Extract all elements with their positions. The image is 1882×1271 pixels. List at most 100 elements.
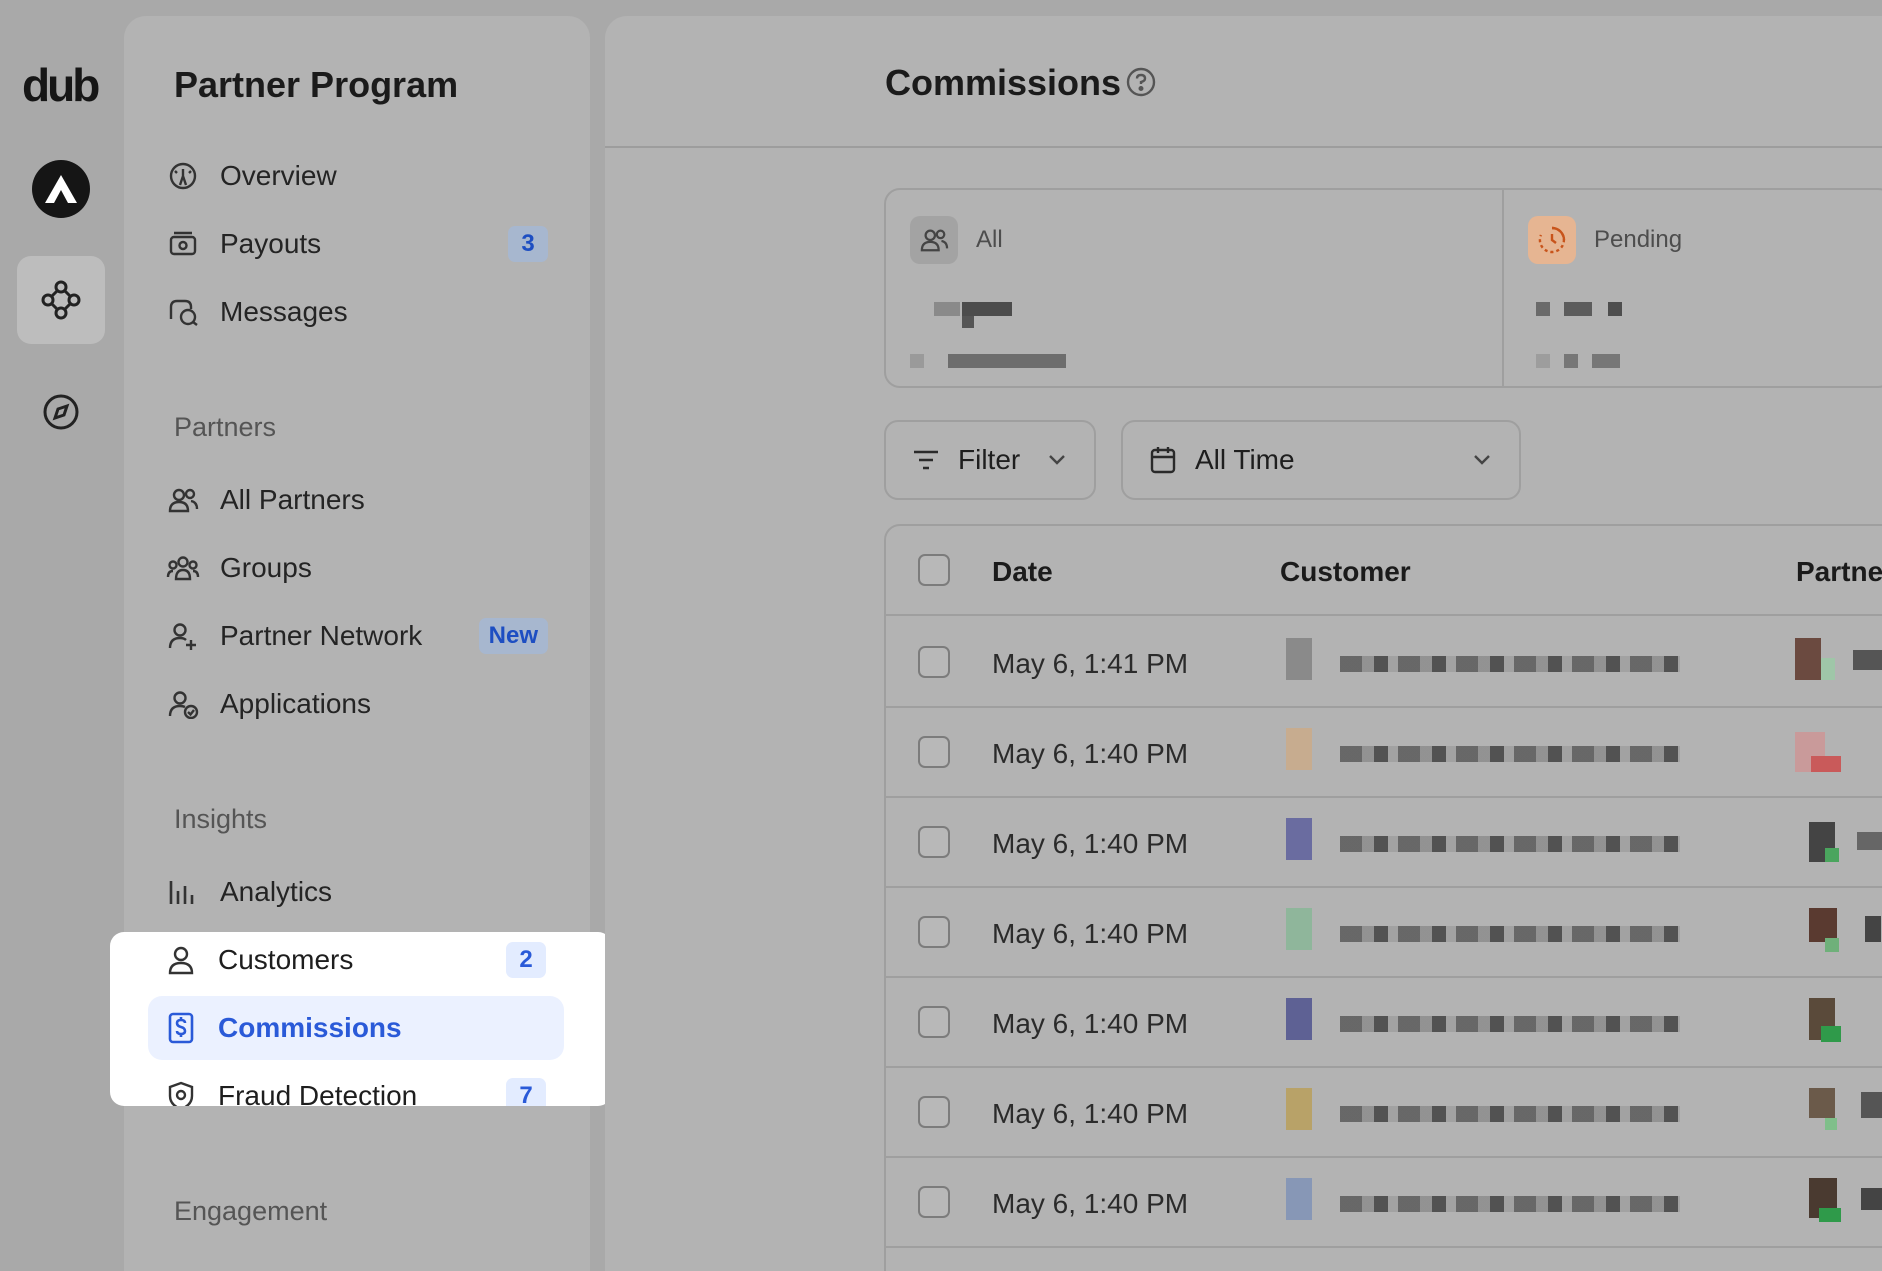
partner-cell-redacted [1795,1088,1882,1136]
row-checkbox[interactable] [918,826,950,858]
partner-cell-redacted [1795,728,1882,776]
row-checkbox[interactable] [918,1186,950,1218]
sidebar-item-label: Partner Network [220,620,423,651]
section-label-engagement: Engagement [174,1196,328,1226]
sidebar-item-label: All Partners [220,484,365,515]
users-icon [166,483,200,517]
workspace-logo-icon [45,175,77,203]
filter-lines-icon [912,448,940,472]
row-checkbox[interactable] [918,736,950,768]
bar-chart-icon [166,875,200,909]
partner-cell-redacted [1795,638,1882,686]
users-icon [910,216,958,264]
rail-partner-program-button[interactable] [17,256,105,344]
date-cell: May 6, 1:40 PM [992,738,1189,769]
calendar-icon [1149,445,1177,475]
customers-count-badge: 2 [506,942,546,978]
user-icon [164,943,198,977]
filter-label: Filter [958,444,1021,475]
stat-card-all[interactable]: All [886,190,1504,386]
column-header-partner[interactable]: Partne [1796,556,1882,588]
section-label-insights: Insights [174,804,268,834]
sidebar-item-label: Analytics [220,876,333,907]
table-row[interactable]: May 6, 1:40 PM [886,708,1882,798]
page-title: Commissions [885,62,1122,103]
customer-cell-redacted [1286,728,1682,776]
date-cell: May 6, 1:40 PM [992,1098,1189,1129]
table-header: Date Customer Partne [886,526,1882,616]
shield-icon [164,1079,198,1106]
table-row[interactable]: May 6, 1:40 PM [886,978,1882,1068]
sidebar-item-analytics[interactable]: Analytics [150,860,566,924]
customer-cell-redacted [1286,1178,1682,1226]
groups-icon [166,551,200,585]
date-cell: May 6, 1:41 PM [992,648,1189,679]
date-cell: May 6, 1:40 PM [992,828,1189,859]
sidebar-item-overview[interactable]: Overview [150,144,566,208]
workspace-avatar[interactable] [32,160,90,218]
select-all-checkbox[interactable] [918,554,950,586]
rail-discover-button[interactable] [17,368,105,456]
row-checkbox[interactable] [918,1096,950,1128]
sidebar-title: Partner Program [174,64,459,105]
stat-label: Pending [1594,226,1683,253]
chat-icon [166,295,200,329]
partner-cell-redacted [1795,998,1882,1046]
network-icon [41,280,81,320]
row-checkbox[interactable] [918,916,950,948]
sidebar-item-partner-network[interactable]: Partner Network New [150,604,566,668]
clock-icon [1528,216,1576,264]
sidebar-item-applications[interactable]: Applications [150,672,566,736]
commissions-table: Date Customer Partne May 6, 1:41 PM May … [884,524,1882,1271]
partner-cell-redacted [1795,908,1882,956]
gauge-icon [166,159,200,193]
customer-cell-redacted [1286,1088,1682,1136]
sidebar-item-payouts[interactable]: Payouts 3 [150,212,566,276]
row-checkbox[interactable] [918,1006,950,1038]
partner-cell-redacted [1795,818,1882,866]
user-check-icon [166,687,200,721]
table-row[interactable]: May 6, 1:40 PM [886,1158,1882,1248]
row-checkbox[interactable] [918,646,950,678]
table-row[interactable]: May 6, 1:40 PM [886,798,1882,888]
sidebar-item-label: Messages [220,296,348,327]
dub-logo[interactable]: dub [22,58,100,112]
sidebar-item-label: Customers [218,944,354,975]
table-row[interactable]: May 6, 1:41 PM [886,618,1882,708]
customer-cell-redacted [1286,908,1682,956]
customer-cell-redacted [1286,638,1682,686]
sidebar-item-customers[interactable]: Customers 2 [148,932,564,992]
date-range-picker[interactable]: All Time [1121,420,1521,500]
help-icon[interactable] [1125,66,1157,103]
date-cell: May 6, 1:40 PM [992,1188,1189,1219]
date-range-value: All Time [1195,444,1295,475]
chevron-down-icon [1046,448,1068,475]
sidebar-item-commissions[interactable]: Commissions [148,996,564,1060]
sidebar-item-fraud-detection[interactable]: Fraud Detection 7 [148,1064,564,1106]
sidebar-item-label: Applications [220,688,371,719]
column-header-date[interactable]: Date [992,556,1053,588]
icon-rail: dub [0,0,122,1271]
section-label-partners: Partners [174,412,277,442]
page-header: Commissions [605,16,1882,148]
sidebar-item-label: Commissions [218,1012,402,1043]
highlighted-nav-group: Customers 2 Commissions Fraud Detection … [110,932,612,1106]
table-row[interactable]: May 6, 1:40 PM [886,888,1882,978]
filter-button[interactable]: Filter [884,420,1096,500]
fraud-count-badge: 7 [506,1078,546,1106]
sidebar-item-label: Overview [220,160,337,191]
chevron-down-icon [1471,448,1493,475]
column-header-customer[interactable]: Customer [1280,556,1411,588]
table-row[interactable]: May 6, 1:40 PM [886,1068,1882,1158]
user-plus-icon [166,619,200,653]
sidebar-item-label: Fraud Detection [218,1080,418,1106]
sidebar-item-label: Groups [220,552,312,583]
commission-stats: All Pending [884,188,1882,388]
stat-label: All [976,226,1003,253]
invoice-dollar-icon [164,1011,198,1045]
sidebar-item-groups[interactable]: Groups [150,536,566,600]
date-cell: May 6, 1:40 PM [992,1008,1189,1039]
sidebar-item-all-partners[interactable]: All Partners [150,468,566,532]
stat-card-pending[interactable]: Pending [1504,190,1882,386]
sidebar-item-messages[interactable]: Messages [150,280,566,344]
